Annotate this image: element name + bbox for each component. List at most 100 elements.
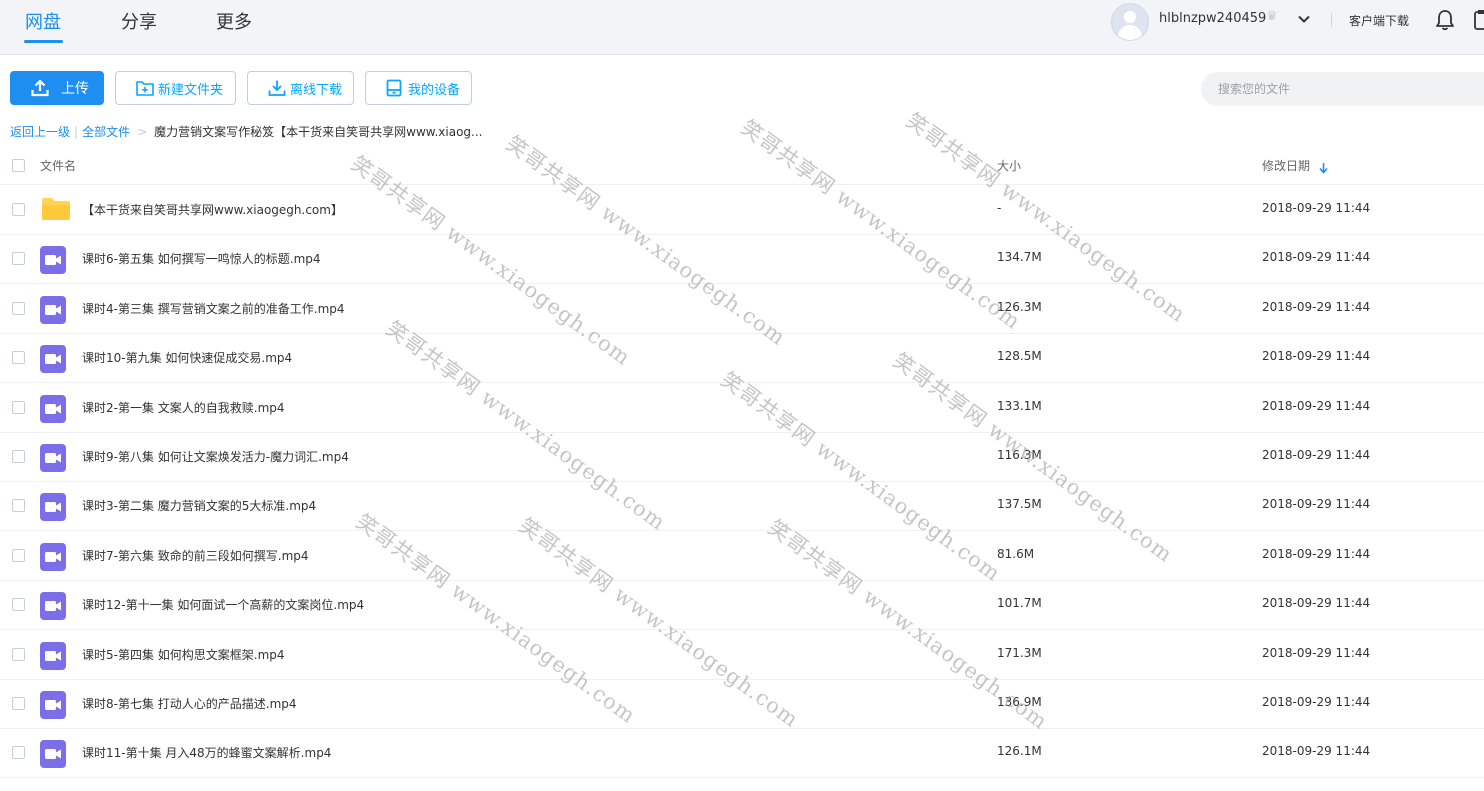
clipboard-icon[interactable] [1474,9,1484,35]
row-checkbox[interactable] [12,697,25,710]
column-header-date[interactable]: 修改日期 [1262,157,1310,174]
file-name[interactable]: 课时11-第十集 月入48万的蜂蜜文案解析.mp4 [82,744,331,761]
file-size: 126.1M [997,744,1042,759]
file-date: 2018-09-29 11:44 [1262,398,1371,413]
upload-icon [31,79,49,97]
file-row[interactable]: 课时2-第一集 文案人的自我救赎.mp4 133.1M 2018-09-29 11:… [0,383,1484,433]
file-name[interactable]: 课时3-第二集 魔力营销文案的5大标准.mp4 [82,497,316,514]
file-size: 126.3M [997,299,1042,314]
row-checkbox[interactable] [12,203,25,216]
file-name[interactable]: 课时5-第四集 如何构思文案框架.mp4 [82,646,285,663]
tab-netdisk[interactable]: 网盘 [25,8,61,34]
row-checkbox[interactable] [12,598,25,612]
file-row[interactable]: 课时8-第七集 打动人心的产品描述.mp4 136.9M 2018-09-29 11… [0,679,1484,729]
row-checkbox[interactable] [12,647,25,661]
select-all-checkbox[interactable] [12,159,25,172]
video-file-icon [40,444,66,476]
row-checkbox[interactable] [12,450,25,463]
file-size: 137.5M [997,497,1042,512]
file-date: 2018-09-29 11:44 [1262,448,1371,462]
my-devices-label: 我的设备 [408,81,461,97]
crown-icon: ♛ [1266,9,1278,24]
offline-download-label: 离线下载 [290,81,343,97]
download-icon [268,79,286,97]
file-size: 133.1M [997,398,1042,413]
file-date: 2018-09-29 11:44 [1262,299,1371,314]
video-file-icon [40,345,66,377]
row-checkbox[interactable] [12,351,25,365]
column-header-name[interactable]: 文件名 [40,157,76,174]
file-row[interactable]: 课时11-第十集 月入48万的蜂蜜文案解析.mp4 126.1M 2018-09-2… [0,728,1484,779]
file-size: 101.7M [997,596,1042,611]
file-row[interactable]: 课时12-第十一集 如何面试一个高薪的文案岗位.mp4 101.7M 2018-09… [0,580,1484,631]
video-file-icon [40,592,66,624]
avatar-body-shape [1118,25,1142,40]
file-size: - [997,201,1002,215]
file-row[interactable]: 课时10-第九集 如何快速促成交易.mp4 128.5M 2018-09-29 11… [0,333,1484,384]
file-size: 134.7M [997,250,1042,265]
new-folder-button[interactable]: 新建文件夹 [115,71,236,105]
file-name[interactable]: 课时9-第八集 如何让文案焕发活力-魔力词汇.mp4 [82,448,349,465]
file-date: 2018-09-29 11:44 [1262,695,1371,709]
avatar-head-shape [1124,11,1136,23]
file-date: 2018-09-29 11:44 [1262,497,1371,512]
file-name[interactable]: 课时7-第六集 致命的前三段如何撰写.mp4 [82,547,309,564]
bell-icon[interactable] [1435,9,1455,35]
file-row[interactable]: 课时7-第六集 致命的前三段如何撰写.mp4 81.6M 2018-09-29 11… [0,531,1484,581]
file-size: 128.5M [997,349,1042,364]
current-folder: 魔力营销文案写作秘笈【本干货来自笑哥共享网www.xiaog... [154,125,483,139]
back-link[interactable]: 返回上一级 [10,125,70,139]
file-name[interactable]: 课时2-第一集 文案人的自我救赎.mp4 [82,399,285,416]
username[interactable]: hlblnzpw240459 [1159,11,1266,26]
file-size: 81.6M [997,546,1035,561]
file-row[interactable]: 课时6-第五集 如何撰写一鸣惊人的标题.mp4 134.7M 2018-09-29 … [0,234,1484,285]
row-checkbox[interactable] [12,746,25,760]
breadcrumb-separator: | [74,125,79,139]
file-row[interactable]: 课时3-第二集 魔力营销文案的5大标准.mp4 137.5M 2018-09-29 … [0,481,1484,532]
file-name[interactable]: 课时4-第三集 撰写营销文案之前的准备工作.mp4 [82,300,345,317]
client-download-link[interactable]: 客户端下载 [1349,12,1409,29]
upload-button[interactable]: 上传 [10,71,104,105]
file-name[interactable]: 课时6-第五集 如何撰写一鸣惊人的标题.mp4 [82,250,321,267]
sort-arrow-down-icon[interactable] [1319,159,1328,178]
avatar[interactable] [1111,3,1149,41]
video-file-icon [40,641,66,674]
file-row[interactable]: 课时9-第八集 如何让文案焕发活力-魔力词汇.mp4 116.3M 2018-09-… [0,432,1484,482]
column-header-size[interactable]: 大小 [997,157,1021,174]
tab-more[interactable]: 更多 [216,8,252,34]
file-size: 171.3M [997,645,1042,660]
table-header: 文件名 大小 修改日期 [0,146,1484,185]
folder-row[interactable]: 【本干货来自笑哥共享网www.xiaogegh.com】 - 2018-09-29 … [0,185,1484,235]
video-file-icon [40,493,66,525]
all-files-link[interactable]: 全部文件 [82,125,130,139]
tab-share[interactable]: 分享 [121,8,157,34]
row-checkbox[interactable] [12,499,25,513]
upload-label: 上传 [61,80,89,96]
file-name[interactable]: 【本干货来自笑哥共享网www.xiaogegh.com】 [82,201,343,218]
chevron-down-icon[interactable] [1297,11,1311,30]
my-devices-button[interactable]: 我的设备 [365,71,472,105]
divider [1331,13,1332,27]
file-row[interactable]: 课时5-第四集 如何构思文案框架.mp4 171.3M 2018-09-29 11:… [0,630,1484,680]
file-name[interactable]: 课时12-第十一集 如何面试一个高薪的文案岗位.mp4 [82,596,364,613]
offline-download-button[interactable]: 离线下载 [247,71,354,105]
file-name[interactable]: 课时10-第九集 如何快速促成交易.mp4 [82,349,292,366]
video-file-icon [40,394,66,427]
top-nav-bar: 网盘 分享 更多 hlblnzpw240459 ♛ 客户端下载 [0,0,1484,55]
video-file-icon [40,542,66,575]
device-icon [386,79,402,97]
file-name[interactable]: 课时8-第七集 打动人心的产品描述.mp4 [82,695,297,712]
row-checkbox[interactable] [12,301,25,315]
breadcrumb-separator: > [137,125,148,139]
file-date: 2018-09-29 11:44 [1262,596,1371,611]
video-file-icon [40,246,66,278]
active-tab-indicator [24,40,63,43]
new-folder-label: 新建文件夹 [158,81,224,97]
row-checkbox[interactable] [12,400,25,414]
search-input[interactable] [1201,72,1484,106]
row-checkbox[interactable] [12,252,25,266]
file-date: 2018-09-29 11:44 [1262,546,1371,561]
row-checkbox[interactable] [12,548,25,562]
file-row[interactable]: 课时4-第三集 撰写营销文案之前的准备工作.mp4 126.3M 2018-09-2… [0,284,1484,334]
file-date: 2018-09-29 11:44 [1262,201,1371,215]
